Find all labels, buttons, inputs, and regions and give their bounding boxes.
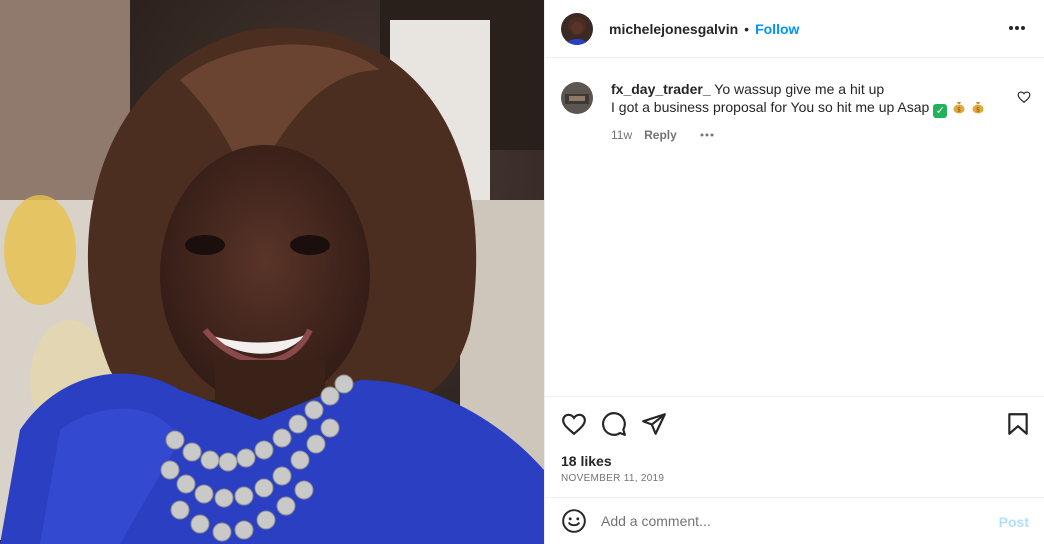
smiley-icon[interactable] <box>561 508 587 534</box>
svg-text:$: $ <box>957 107 961 114</box>
commenter-username[interactable]: fx_day_trader_ <box>611 81 711 97</box>
heart-icon[interactable] <box>561 411 587 437</box>
post-dialog: michelejonesgalvin • Follow fx_day_trade… <box>0 0 1044 544</box>
money-bag-emoji-icon: $ <box>953 102 965 114</box>
post-side-panel: michelejonesgalvin • Follow fx_day_trade… <box>544 0 1044 544</box>
more-horizontal-icon[interactable] <box>1007 20 1027 36</box>
heart-outline-icon[interactable] <box>1017 90 1031 104</box>
portrait-image <box>0 0 544 544</box>
post-photo[interactable] <box>0 0 544 544</box>
comment-options-icon[interactable] <box>699 131 715 139</box>
comment-age[interactable]: 11w <box>611 126 632 144</box>
separator-dot: • <box>744 20 750 37</box>
post-comment-button[interactable]: Post <box>999 514 1029 530</box>
comment-composer: Post <box>545 497 1044 544</box>
bookmark-icon[interactable] <box>1005 411 1031 437</box>
comment-bubble-icon[interactable] <box>601 411 627 437</box>
post-header: michelejonesgalvin • Follow <box>545 0 1044 58</box>
reply-button[interactable]: Reply <box>644 126 677 144</box>
author-avatar[interactable] <box>561 12 593 45</box>
commenter-avatar[interactable] <box>561 82 593 114</box>
comment-text-1: Yo wassup give me a hit up <box>714 81 885 97</box>
comment-body: fx_day_trader_ Yo wassup give me a hit u… <box>611 80 1001 144</box>
comment-line-2: I got a business proposal for You so hit… <box>611 98 1001 118</box>
comment-line-1: fx_day_trader_ Yo wassup give me a hit u… <box>611 80 1001 98</box>
follow-button[interactable]: Follow <box>755 21 799 37</box>
comment-input[interactable] <box>601 513 981 529</box>
comment-item: fx_day_trader_ Yo wassup give me a hit u… <box>561 80 1031 144</box>
likes-count[interactable]: 18 likes <box>561 453 612 469</box>
comment-text-2: I got a business proposal for You so hit… <box>611 99 930 115</box>
money-bag-emoji-icon: $ <box>972 102 984 114</box>
comment-meta: 11w Reply <box>611 126 1001 144</box>
check-mark-emoji-icon: ✓ <box>933 104 948 118</box>
author-username[interactable]: michelejonesgalvin <box>609 21 738 37</box>
paper-plane-icon[interactable] <box>641 411 667 437</box>
post-date[interactable]: NOVEMBER 11, 2019 <box>561 473 664 484</box>
svg-text:$: $ <box>976 107 980 114</box>
post-actions-bar <box>545 396 1044 450</box>
